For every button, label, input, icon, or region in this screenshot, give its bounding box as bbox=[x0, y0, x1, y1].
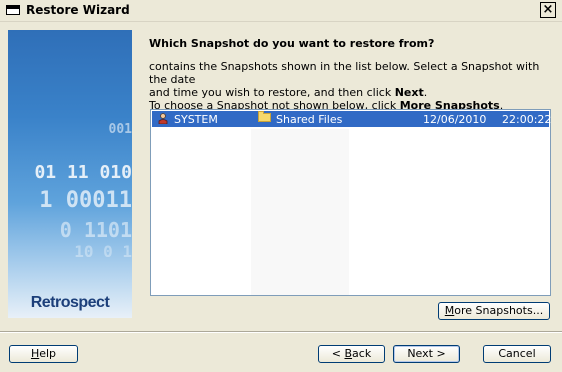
back-button[interactable]: < Back bbox=[318, 345, 385, 363]
graphic-digits: 10 0 1 bbox=[74, 242, 132, 261]
user-icon bbox=[158, 113, 168, 124]
button-label: ack bbox=[352, 347, 372, 360]
page-heading: Which Snapshot do you want to restore fr… bbox=[149, 37, 435, 50]
snapshot-row[interactable]: SYSTEM Shared Files 12/06/2010 22:00:22 bbox=[152, 111, 552, 127]
button-accelerator: B bbox=[344, 347, 353, 360]
graphic-digits: 001 bbox=[108, 122, 132, 137]
graphic-digits: 0 1101 bbox=[59, 218, 132, 242]
instructions-text: and time you wish to restore, and then c… bbox=[149, 86, 395, 99]
list-column-stripe bbox=[251, 129, 349, 295]
graphic-digits: 01 11 010 bbox=[34, 162, 132, 183]
cancel-button[interactable]: Cancel bbox=[483, 345, 551, 363]
button-label: ore Snapshots... bbox=[454, 304, 544, 317]
button-accelerator: M bbox=[444, 304, 455, 317]
snapshot-time: 22:00:22 bbox=[502, 113, 552, 126]
wizard-graphic: 001 01 11 010 1 00011 0 1101 10 0 1 Retr… bbox=[8, 30, 132, 318]
button-accelerator: H bbox=[30, 347, 40, 360]
button-label: Next > bbox=[407, 347, 446, 360]
instructions-bold: Next bbox=[394, 86, 424, 99]
next-button[interactable]: Next > bbox=[393, 345, 460, 363]
brand-logo: Retrospect bbox=[30, 294, 110, 311]
footer-separator bbox=[0, 331, 562, 333]
snapshot-list[interactable]: SYSTEM Shared Files 12/06/2010 22:00:22 bbox=[150, 109, 551, 296]
instructions: contains the Snapshots shown in the list… bbox=[149, 60, 554, 112]
snapshot-user: SYSTEM bbox=[174, 113, 218, 126]
instructions-text: . bbox=[423, 86, 428, 99]
button-label: Cancel bbox=[498, 347, 536, 360]
button-label: < bbox=[331, 347, 345, 360]
instructions-line: contains the Snapshots shown in the list… bbox=[149, 60, 540, 86]
window-title: Restore Wizard bbox=[26, 3, 130, 17]
window-icon bbox=[6, 5, 20, 15]
more-snapshots-button[interactable]: More Snapshots... bbox=[438, 302, 550, 320]
snapshot-date: 12/06/2010 bbox=[423, 113, 487, 126]
snapshot-volume: Shared Files bbox=[276, 113, 343, 126]
help-button[interactable]: Help bbox=[9, 345, 78, 363]
close-button[interactable]: × bbox=[540, 2, 556, 18]
folder-icon bbox=[258, 111, 271, 122]
title-bar: Restore Wizard × bbox=[0, 0, 562, 22]
graphic-digits: 1 00011 bbox=[39, 188, 132, 213]
button-label: elp bbox=[39, 347, 57, 360]
